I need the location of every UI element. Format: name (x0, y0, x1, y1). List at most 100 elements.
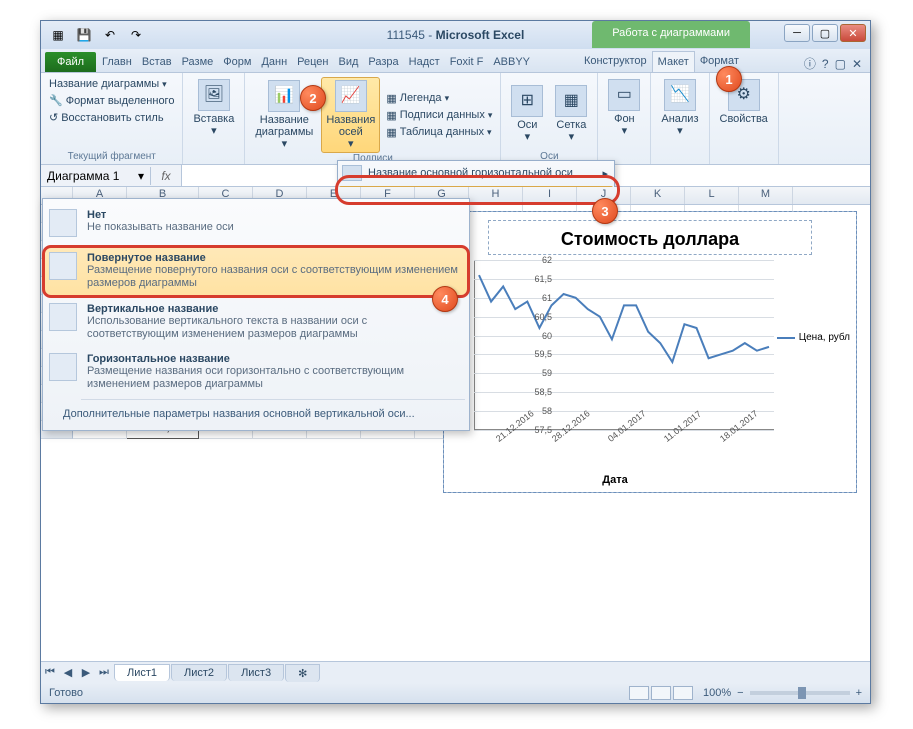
sheet-tab-2[interactable]: Лист2 (171, 664, 227, 681)
tab-review[interactable]: Рецен (292, 52, 333, 72)
axes-button[interactable]: ⊞Оси▾ (507, 77, 547, 151)
sheet-nav-next[interactable]: ▶ (77, 666, 95, 679)
col-h[interactable]: H (469, 187, 523, 204)
tab-home[interactable]: Главн (97, 52, 137, 72)
quick-access-toolbar: ▦ 💾 ↶ ↷ (41, 25, 147, 45)
ribbon: Название диаграммы 🔧 Формат выделенного … (41, 73, 870, 165)
sheet-tab-bar: ⏮ ◀ ▶ ⏭ Лист1 Лист2 Лист3 ✻ (41, 661, 870, 683)
tab-data[interactable]: Данн (256, 52, 292, 72)
tab-formulas[interactable]: Форм (218, 52, 256, 72)
sheet-tab-3[interactable]: Лист3 (228, 664, 284, 681)
axis-titles-icon: 📈 (335, 80, 367, 112)
minimize-ribbon-icon[interactable]: ⓘ (804, 55, 816, 72)
axis-titles-button[interactable]: 📈Названия осей▾ (321, 77, 380, 153)
redo-icon[interactable]: ↷ (125, 25, 147, 45)
window-title: 111545 - Microsoft Excel (387, 28, 525, 42)
data-labels-button[interactable]: ▦ Подписи данных (384, 108, 494, 123)
tab-abbyy[interactable]: ABBYY (488, 52, 535, 72)
axes-icon: ⊞ (511, 85, 543, 117)
reset-style-button[interactable]: ↺ Восстановить стиль (47, 110, 176, 125)
tab-developer[interactable]: Разра (363, 52, 403, 72)
chart-legend[interactable]: Цена, рубл (777, 332, 850, 343)
help-icon[interactable]: ? (822, 57, 829, 71)
ribbon-tabs: Файл Главн Встав Разме Форм Данн Рецен В… (41, 49, 870, 73)
background-button[interactable]: ▭Фон▾ (604, 77, 644, 139)
zoom-slider[interactable] (750, 691, 850, 695)
chart-title[interactable]: Стоимость доллара (488, 220, 812, 255)
sheet-nav-last[interactable]: ⏭ (95, 666, 113, 679)
vertical-axis-title-dropdown: НетНе показывать название оси Повернутое… (42, 198, 470, 431)
chart-element-combo[interactable]: Название диаграммы (47, 77, 176, 91)
horiz-axis-icon (342, 165, 362, 181)
window-close-icon[interactable]: ✕ (852, 57, 862, 71)
tab-pagelayout[interactable]: Разме (177, 52, 219, 72)
zoom-out-button[interactable]: − (737, 687, 743, 699)
sheet-nav-prev[interactable]: ◀ (59, 666, 77, 679)
zoom-level: 100% (703, 687, 731, 699)
option-rotated-title[interactable]: Повернутое названиеРазмещение повернутог… (43, 246, 469, 296)
picture-icon: 🖼 (198, 79, 230, 111)
plot-area[interactable]: 21.12.201628.12.201604.01.201711.01.2017… (474, 260, 774, 430)
col-k[interactable]: K (631, 187, 685, 204)
tab-view[interactable]: Вид (334, 52, 364, 72)
view-normal-button[interactable] (629, 686, 649, 700)
analysis-icon: 📉 (664, 79, 696, 111)
horizontal-icon (49, 353, 77, 381)
window-restore-icon[interactable]: ▢ (835, 57, 846, 71)
status-text: Готово (49, 687, 83, 699)
bubble-4: 4 (432, 286, 458, 312)
bubble-1: 1 (716, 66, 742, 92)
tab-design[interactable]: Конструктор (579, 51, 652, 72)
data-series-line (474, 260, 774, 430)
fx-icon[interactable]: fx (151, 169, 181, 183)
format-selection-button[interactable]: 🔧 Формат выделенного (47, 93, 176, 108)
zoom-control[interactable]: 100% − + (703, 687, 862, 699)
close-button[interactable]: ✕ (840, 24, 866, 42)
bubble-3: 3 (592, 198, 618, 224)
legend-swatch (777, 337, 795, 339)
status-bar: Готово 100% − + (41, 683, 870, 703)
tab-layout[interactable]: Макет (652, 51, 695, 72)
grid-icon: ▦ (555, 85, 587, 117)
col-m[interactable]: M (739, 187, 793, 204)
bubble-2: 2 (300, 85, 326, 111)
zoom-in-button[interactable]: + (856, 687, 862, 699)
excel-icon[interactable]: ▦ (47, 25, 69, 45)
data-table-button[interactable]: ▦ Таблица данных (384, 125, 494, 140)
x-axis-title[interactable]: Дата (444, 474, 786, 486)
file-tab[interactable]: Файл (45, 52, 96, 72)
view-pagelayout-button[interactable] (651, 686, 671, 700)
option-horizontal-title[interactable]: Горизонтальное названиеРазмещение назван… (43, 347, 469, 397)
undo-icon[interactable]: ↶ (99, 25, 121, 45)
chart-title-icon: 📊 (268, 80, 300, 112)
option-vertical-title[interactable]: Вертикальное названиеИспользование верти… (43, 297, 469, 347)
col-i[interactable]: I (523, 187, 577, 204)
none-icon (49, 209, 77, 237)
maximize-button[interactable]: ▢ (812, 24, 838, 42)
embedded-chart[interactable]: Стоимость доллара 21.12.201628.12.201604… (443, 211, 857, 493)
new-sheet-button[interactable]: ✻ (285, 664, 320, 682)
legend-button[interactable]: ▦ Легенда (384, 91, 494, 106)
col-l[interactable]: L (685, 187, 739, 204)
tab-foxit[interactable]: Foxit F (445, 52, 489, 72)
insert-button[interactable]: 🖼Вставка▾ (189, 77, 238, 139)
name-box[interactable]: Диаграмма 1▾ (41, 167, 151, 185)
sheet-nav-first[interactable]: ⏮ (41, 666, 59, 679)
group-current-fragment: Текущий фрагмент (47, 151, 176, 162)
gridlines-button[interactable]: ▦Сетка▾ (551, 77, 591, 151)
minimize-button[interactable]: ─ (784, 24, 810, 42)
sheet-tab-1[interactable]: Лист1 (114, 664, 170, 681)
title-bar: ▦ 💾 ↶ ↷ 111545 - Microsoft Excel Работа … (41, 21, 870, 49)
save-icon[interactable]: 💾 (73, 25, 95, 45)
submenu-horizontal-axis-title[interactable]: Название основной горизонтальной оси (338, 161, 614, 185)
background-icon: ▭ (608, 79, 640, 111)
option-more-params[interactable]: Дополнительные параметры названия основн… (43, 402, 469, 426)
contextual-tab-header: Работа с диаграммами (592, 21, 750, 48)
option-none[interactable]: НетНе показывать название оси (43, 203, 469, 240)
analysis-button[interactable]: 📉Анализ▾ (657, 77, 702, 139)
view-pagebreak-button[interactable] (673, 686, 693, 700)
rotated-icon (49, 252, 77, 280)
tab-insert[interactable]: Встав (137, 52, 177, 72)
vertical-icon (49, 303, 77, 331)
tab-addins[interactable]: Надст (404, 52, 445, 72)
